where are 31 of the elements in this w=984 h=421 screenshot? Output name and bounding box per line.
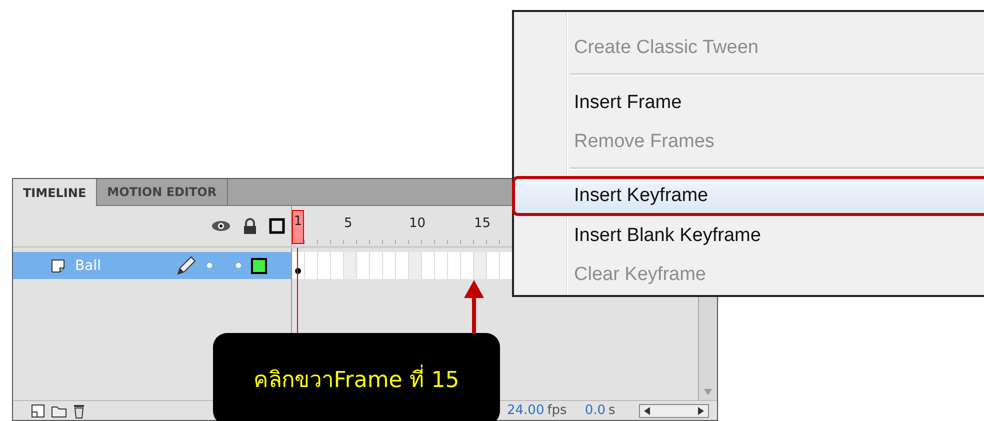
time-unit: s <box>608 403 616 418</box>
new-layer-icon[interactable] <box>31 404 45 418</box>
trash-icon[interactable] <box>73 402 85 418</box>
menu-item[interactable]: Insert Blank Keyframe <box>514 216 984 255</box>
scroll-left-icon[interactable] <box>644 406 650 414</box>
outline-icon[interactable] <box>269 218 285 234</box>
scroll-right-icon[interactable] <box>698 406 704 414</box>
frame-number: 5 <box>344 216 354 231</box>
dot-icon <box>207 263 212 268</box>
pencil-icon <box>175 254 197 276</box>
layer-icon <box>51 258 65 272</box>
menu-item[interactable]: Insert Keyframe <box>512 176 984 216</box>
frame-number: 15 <box>474 216 492 231</box>
lock-icon[interactable] <box>243 218 257 234</box>
dot-icon <box>236 263 241 268</box>
frame-rate: 24.00 <box>507 403 544 418</box>
playhead[interactable]: 1 <box>292 210 304 244</box>
elapsed-time: 0.0 <box>584 403 606 418</box>
fps-unit: fps <box>547 403 567 418</box>
layer-name: Ball <box>75 258 102 274</box>
callout-text: คลิกขวาFrame ที่ 15 <box>254 362 460 396</box>
arrow <box>464 280 484 334</box>
eye-icon[interactable] <box>211 220 231 232</box>
frame-cell[interactable] <box>474 252 487 279</box>
frame-number: 10 <box>409 216 427 231</box>
frame-cell[interactable] <box>409 252 422 279</box>
frame-cell[interactable] <box>344 252 357 279</box>
panel-tab[interactable]: TIMELINE <box>13 179 98 206</box>
color-square-icon <box>251 258 267 274</box>
folder-icon[interactable] <box>51 404 67 418</box>
menu-item[interactable]: Insert Frame <box>514 83 984 122</box>
